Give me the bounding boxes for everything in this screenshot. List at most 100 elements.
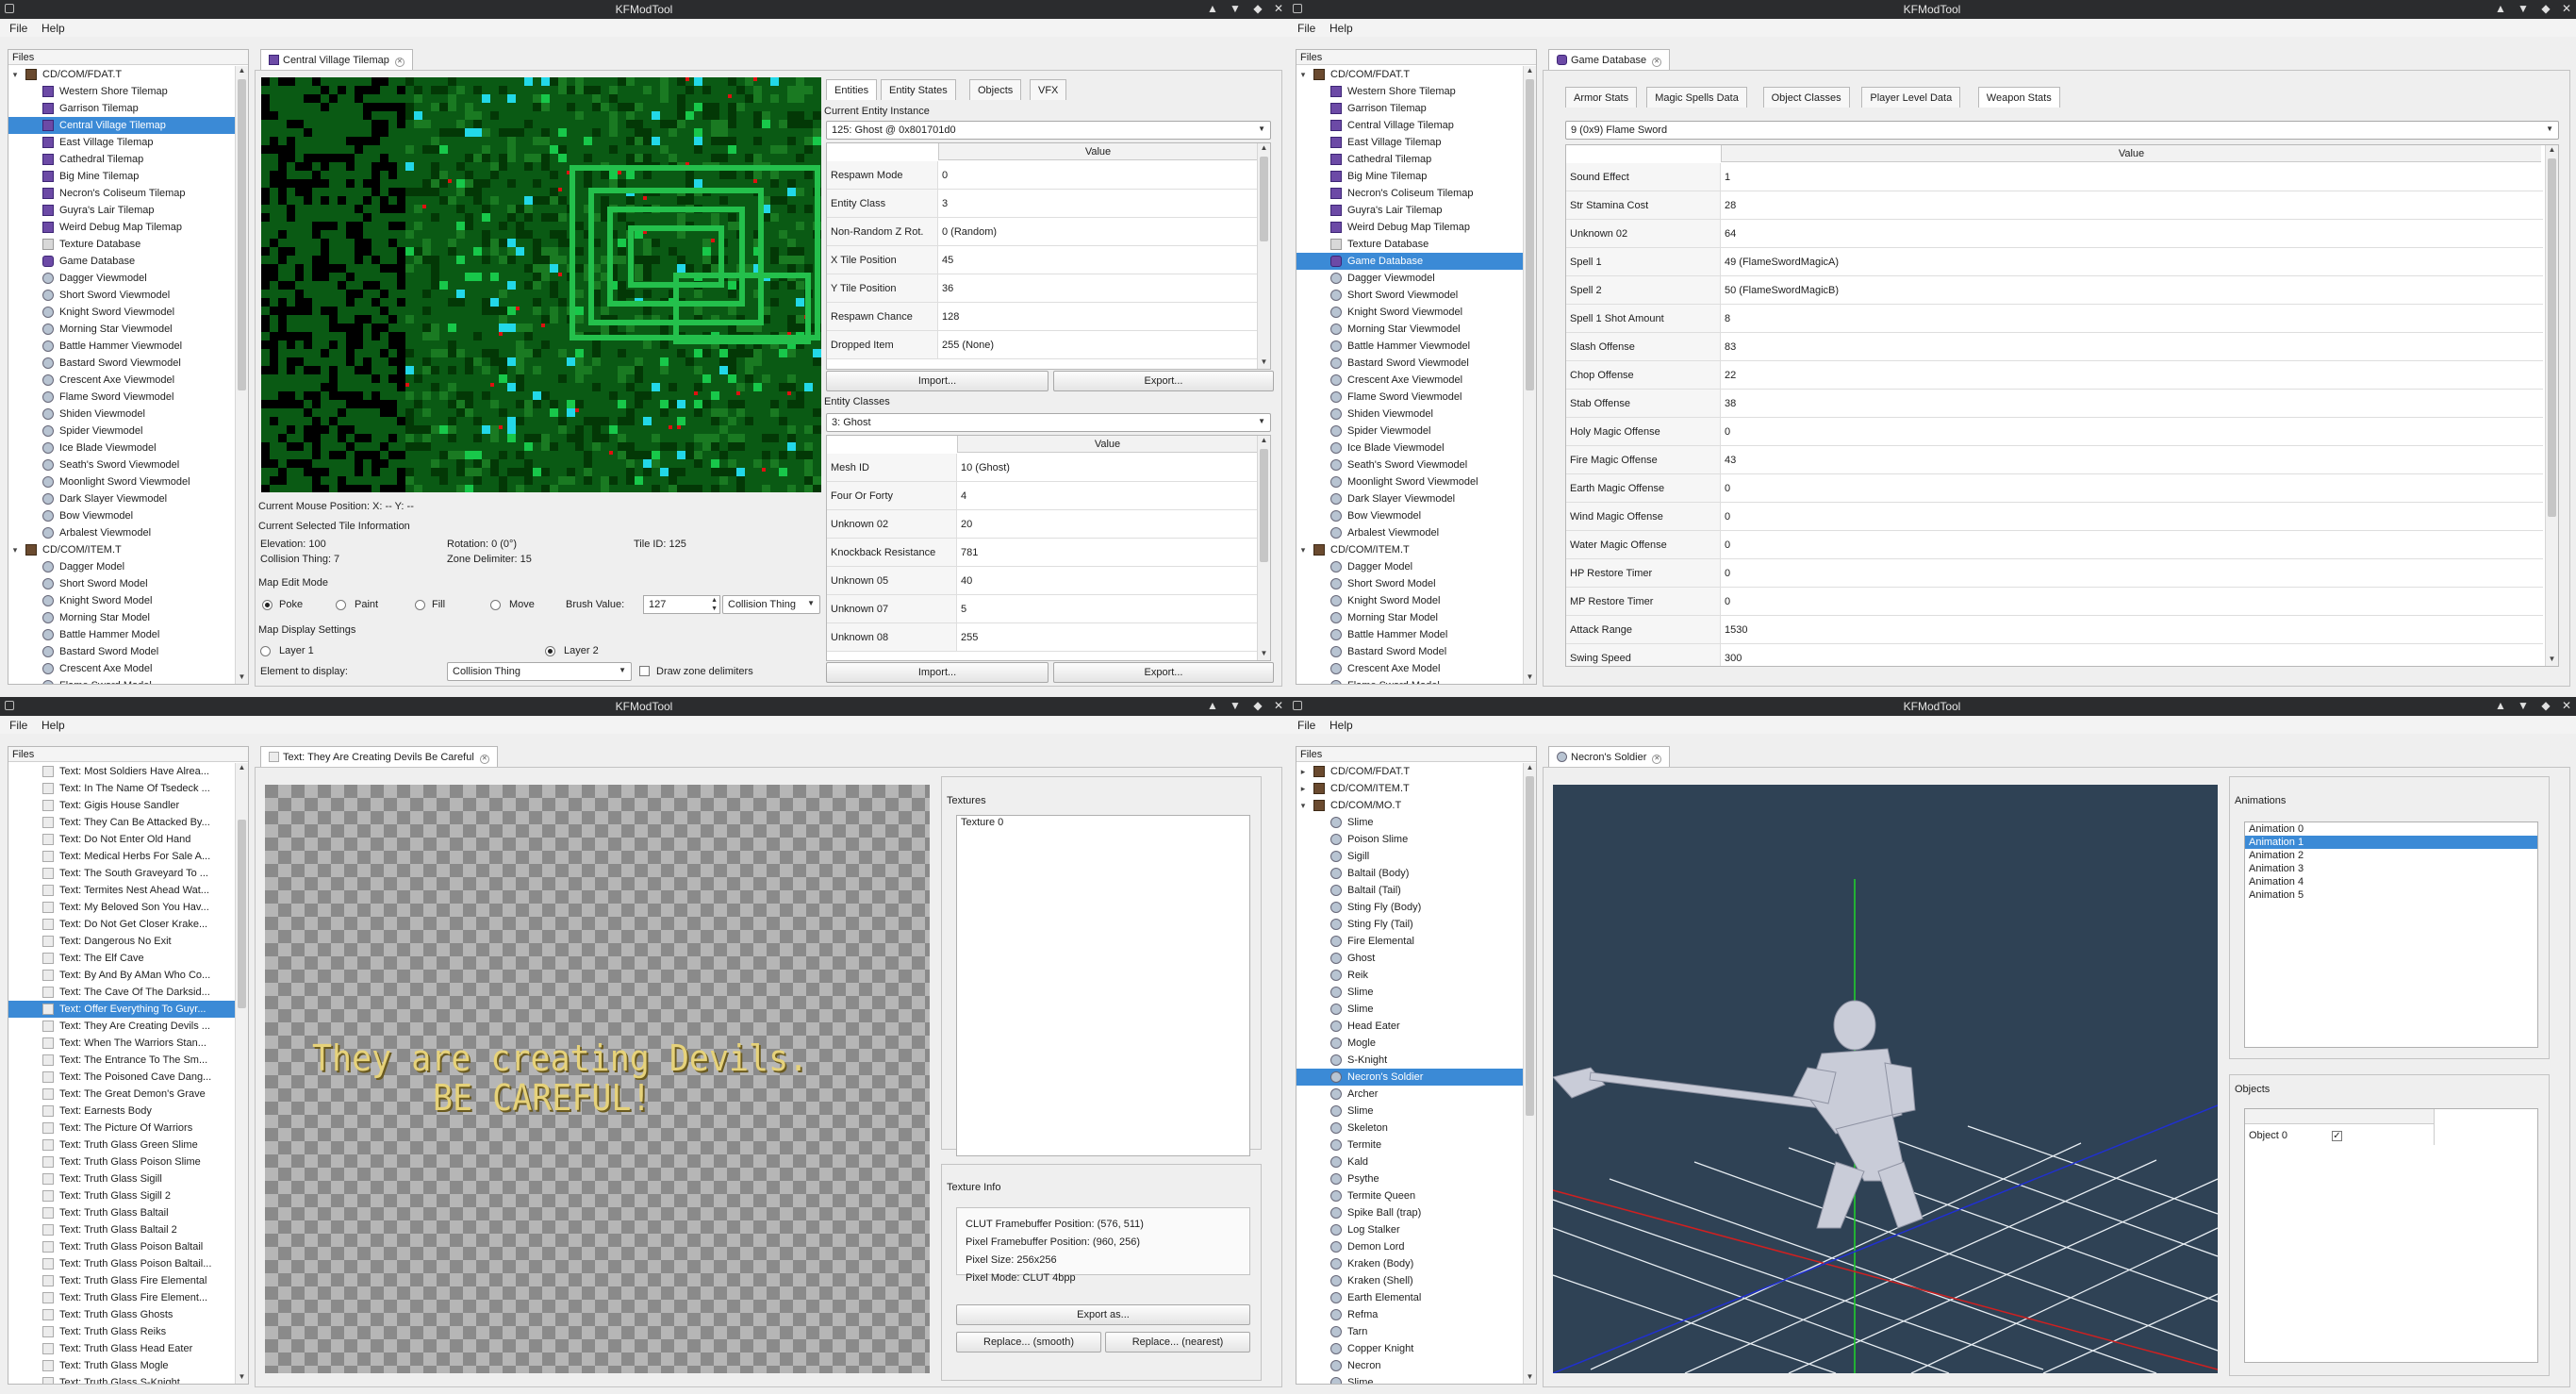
tree-item-text-truth-glass-ghosts[interactable]: Text: Truth Glass Ghosts <box>8 1306 235 1323</box>
menu-help[interactable]: Help <box>41 22 65 35</box>
tree-item-text-termites-nest-ahead-wat[interactable]: Text: Termites Nest Ahead Wat... <box>8 882 235 899</box>
table-scrollbar[interactable]: ▲ ▼ <box>1257 436 1270 660</box>
tree-item-skeleton[interactable]: Skeleton <box>1296 1120 1523 1137</box>
menu-file[interactable]: File <box>9 22 27 35</box>
property-value-cell[interactable]: 0 <box>938 161 1257 190</box>
tree-item-bastard-sword-viewmodel[interactable]: Bastard Sword Viewmodel <box>1296 355 1523 372</box>
tree-item-central-village-tilemap[interactable]: Central Village Tilemap <box>1296 117 1523 134</box>
property-value-cell[interactable]: 128 <box>938 303 1257 331</box>
tree-item-text-truth-glass-reiks[interactable]: Text: Truth Glass Reiks <box>8 1323 235 1340</box>
animation-item[interactable]: Animation 3 <box>2245 862 2537 875</box>
entity-class-table[interactable]: Value Mesh ID 10 (Ghost) Four Or Forty 4 Unk… <box>826 435 1271 661</box>
property-value-cell[interactable]: 38 <box>1721 390 2543 418</box>
weapon-stats-table[interactable]: Value ▲ ▼ Sound Effect 1 Str Stamina Cost 28… <box>1565 144 2559 667</box>
tree-item-text-the-cave-of-the-darksid[interactable]: Text: The Cave Of The Darksid... <box>8 984 235 1001</box>
tree-item-garrison-tilemap[interactable]: Garrison Tilemap <box>8 100 235 117</box>
tree-item-text-truth-glass-green-slime[interactable]: Text: Truth Glass Green Slime <box>8 1137 235 1153</box>
draw-zone-checkbox[interactable] <box>639 666 650 676</box>
tree-item-cd-com-item-t[interactable]: ▸ CD/COM/ITEM.T <box>1296 780 1523 797</box>
tree-item-text-the-great-demon-s-grave[interactable]: Text: The Great Demon's Grave <box>8 1086 235 1103</box>
tree-item-text-the-entrance-to-the-sm[interactable]: Text: The Entrance To The Sm... <box>8 1052 235 1069</box>
property-value-cell[interactable]: 3 <box>938 190 1257 218</box>
mode-fill-radio[interactable] <box>415 600 425 610</box>
restore-icon[interactable]: ▼ <box>1228 2 1243 15</box>
entity-instance-select[interactable]: 125: Ghost @ 0x801701d0 ▼ <box>826 121 1271 140</box>
menu-file[interactable]: File <box>1297 22 1315 35</box>
tree-item-ghost[interactable]: Ghost <box>1296 950 1523 967</box>
tree-item-text-earnests-body[interactable]: Text: Earnests Body <box>8 1103 235 1120</box>
tree-item-dark-slayer-viewmodel[interactable]: Dark Slayer Viewmodel <box>8 490 235 507</box>
tree-item-text-truth-glass-fire-elemental[interactable]: Text: Truth Glass Fire Elemental <box>8 1272 235 1289</box>
class-import-button[interactable]: Import... <box>826 662 1049 683</box>
minimize-icon[interactable]: ▲ <box>2493 699 2508 712</box>
tree-item-sting-fly-tail[interactable]: Sting Fly (Tail) <box>1296 916 1523 933</box>
property-value-cell[interactable]: 255 (None) <box>938 331 1257 359</box>
tree-item-big-mine-tilemap[interactable]: Big Mine Tilemap <box>8 168 235 185</box>
files-tree[interactable]: Files ▸ CD/COM/FDAT.T ▸ CD/COM/ITEM.T ▾ CD/CO… <box>1296 746 1537 1385</box>
tree-item-head-eater[interactable]: Head Eater <box>1296 1018 1523 1035</box>
tab-game-database[interactable]: Game Database ✕ <box>1548 49 1671 70</box>
tree-item-game-database[interactable]: Game Database <box>8 253 235 270</box>
maximize-icon[interactable]: ◆ <box>1250 699 1265 712</box>
tree-item-crescent-axe-model[interactable]: Crescent Axe Model <box>8 660 235 677</box>
tree-item-necron[interactable]: Necron <box>1296 1357 1523 1374</box>
tree-item-s-knight[interactable]: S-Knight <box>1296 1052 1523 1069</box>
tree-item-text-truth-glass-sigill-2[interactable]: Text: Truth Glass Sigill 2 <box>8 1187 235 1204</box>
tree-item-east-village-tilemap[interactable]: East Village Tilemap <box>1296 134 1523 151</box>
tree-item-western-shore-tilemap[interactable]: Western Shore Tilemap <box>8 83 235 100</box>
restore-icon[interactable]: ▼ <box>1228 699 1243 712</box>
tree-item-short-sword-viewmodel[interactable]: Short Sword Viewmodel <box>8 287 235 304</box>
tree-item-poison-slime[interactable]: Poison Slime <box>1296 831 1523 848</box>
tree-item-cd-com-fdat-t[interactable]: ▾ CD/COM/FDAT.T <box>8 66 235 83</box>
tree-item-text-truth-glass-poison-baltail[interactable]: Text: Truth Glass Poison Baltail <box>8 1238 235 1255</box>
tree-item-battle-hammer-model[interactable]: Battle Hammer Model <box>1296 626 1523 643</box>
tree-item-battle-hammer-model[interactable]: Battle Hammer Model <box>8 626 235 643</box>
tree-item-seath-s-sword-viewmodel[interactable]: Seath's Sword Viewmodel <box>8 456 235 473</box>
tree-item-battle-hammer-viewmodel[interactable]: Battle Hammer Viewmodel <box>1296 338 1523 355</box>
texture-item[interactable]: Texture 0 <box>957 816 1249 829</box>
close-tab-icon[interactable]: ✕ <box>1652 58 1662 67</box>
tree-item-baltail-body[interactable]: Baltail (Body) <box>1296 865 1523 882</box>
tree-item-knight-sword-viewmodel[interactable]: Knight Sword Viewmodel <box>8 304 235 321</box>
property-value-cell[interactable]: 40 <box>957 567 1257 595</box>
tree-item-texture-database[interactable]: Texture Database <box>1296 236 1523 253</box>
tree-item-cd-com-item-t[interactable]: ▾ CD/COM/ITEM.T <box>1296 541 1523 558</box>
chevron-down-icon[interactable]: ▾ <box>1298 541 1308 558</box>
chevron-down-icon[interactable]: ▾ <box>1298 797 1308 814</box>
tree-item-bastard-sword-viewmodel[interactable]: Bastard Sword Viewmodel <box>8 355 235 372</box>
spin-arrows-icon[interactable]: ▲ ▼ <box>711 596 718 613</box>
chevron-right-icon[interactable]: ▸ <box>1298 763 1308 780</box>
tree-item-texture-database[interactable]: Texture Database <box>8 236 235 253</box>
tilemap-canvas[interactable] <box>261 77 821 492</box>
tree-item-tarn[interactable]: Tarn <box>1296 1323 1523 1340</box>
tree-item-short-sword-model[interactable]: Short Sword Model <box>1296 575 1523 592</box>
tree-item-mogle[interactable]: Mogle <box>1296 1035 1523 1052</box>
tree-item-central-village-tilemap[interactable]: Central Village Tilemap <box>8 117 235 134</box>
tree-item-dagger-viewmodel[interactable]: Dagger Viewmodel <box>8 270 235 287</box>
property-value-cell[interactable]: 64 <box>1721 220 2543 248</box>
tree-item-morning-star-viewmodel[interactable]: Morning Star Viewmodel <box>8 321 235 338</box>
tree-item-kraken-body[interactable]: Kraken (Body) <box>1296 1255 1523 1272</box>
tree-item-text-the-poisoned-cave-dang[interactable]: Text: The Poisoned Cave Dang... <box>8 1069 235 1086</box>
element-to-display-select[interactable]: Collision Thing ▼ <box>447 662 632 681</box>
tree-item-short-sword-model[interactable]: Short Sword Model <box>8 575 235 592</box>
property-value-cell[interactable]: 0 <box>1721 588 2543 616</box>
tree-item-psythe[interactable]: Psythe <box>1296 1170 1523 1187</box>
animation-item[interactable]: Animation 0 <box>2245 822 2537 836</box>
tree-item-weird-debug-map-tilemap[interactable]: Weird Debug Map Tilemap <box>8 219 235 236</box>
files-tree[interactable]: Files ▾ CD/COM/FDAT.T Western Shore Tilema… <box>1296 49 1537 685</box>
animation-item[interactable]: Animation 2 <box>2245 849 2537 862</box>
maximize-icon[interactable]: ◆ <box>2538 2 2553 15</box>
table-scrollbar[interactable]: ▲ ▼ <box>1257 143 1270 369</box>
tree-item-text-my-beloved-son-you-hav[interactable]: Text: My Beloved Son You Hav... <box>8 899 235 916</box>
tree-item-knight-sword-model[interactable]: Knight Sword Model <box>8 592 235 609</box>
tree-item-crescent-axe-viewmodel[interactable]: Crescent Axe Viewmodel <box>1296 372 1523 389</box>
tree-item-dagger-model[interactable]: Dagger Model <box>1296 558 1523 575</box>
tree-item-spider-viewmodel[interactable]: Spider Viewmodel <box>1296 423 1523 440</box>
tree-item-shiden-viewmodel[interactable]: Shiden Viewmodel <box>1296 406 1523 423</box>
tree-item-east-village-tilemap[interactable]: East Village Tilemap <box>8 134 235 151</box>
tree-item-text-by-and-by-aman-who-co[interactable]: Text: By And By AMan Who Co... <box>8 967 235 984</box>
minimize-icon[interactable]: ▲ <box>1205 2 1220 15</box>
property-value-cell[interactable]: 300 <box>1721 644 2543 666</box>
tree-item-kald[interactable]: Kald <box>1296 1153 1523 1170</box>
